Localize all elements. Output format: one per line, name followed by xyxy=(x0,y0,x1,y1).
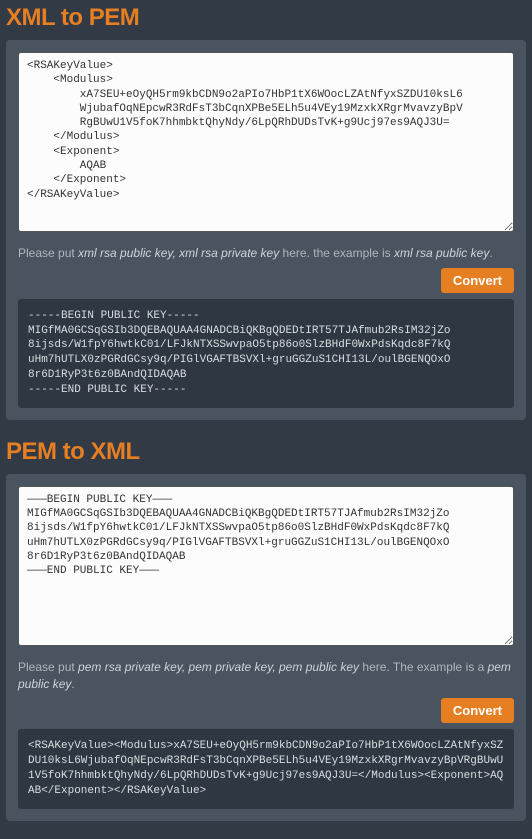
xml-to-pem-title: XML to PEM xyxy=(6,4,526,32)
xml-to-pem-panel: Please put xml rsa public key, xml rsa p… xyxy=(6,40,526,420)
hint-keys: xml rsa public key, xml rsa private key xyxy=(78,246,279,260)
xml-button-row: Convert xyxy=(18,268,514,293)
hint-mid-2: here. The example is a xyxy=(359,660,488,674)
xml-convert-button[interactable]: Convert xyxy=(441,268,514,293)
hint-keys-2: pem rsa private key, pem private key, pe… xyxy=(78,660,359,674)
hint-period: . xyxy=(489,246,492,260)
pem-output-box: <RSAKeyValue><Modulus>xA7SEU+eOyQH5rm9kb… xyxy=(18,729,514,808)
hint-prefix: Please put xyxy=(18,246,78,260)
xml-hint-text: Please put xml rsa public key, xml rsa p… xyxy=(18,245,514,262)
hint-mid: here. the example is xyxy=(279,246,394,260)
xml-to-pem-section: XML to PEM Please put xml rsa public key… xyxy=(6,4,526,420)
pem-to-xml-panel: Please put pem rsa private key, pem priv… xyxy=(6,474,526,821)
xml-output-box: -----BEGIN PUBLIC KEY----- MIGfMA0GCSqGS… xyxy=(18,299,514,408)
xml-input-textarea[interactable] xyxy=(18,52,514,232)
pem-hint-text: Please put pem rsa private key, pem priv… xyxy=(18,659,514,693)
pem-to-xml-section: PEM to XML Please put pem rsa private ke… xyxy=(6,438,526,821)
hint-prefix-2: Please put xyxy=(18,660,78,674)
pem-convert-button[interactable]: Convert xyxy=(441,698,514,723)
pem-to-xml-title: PEM to XML xyxy=(6,438,526,466)
pem-button-row: Convert xyxy=(18,698,514,723)
pem-input-textarea[interactable] xyxy=(18,486,514,646)
hint-end-key: xml rsa public key xyxy=(394,246,489,260)
hint-period-2: . xyxy=(71,677,74,691)
